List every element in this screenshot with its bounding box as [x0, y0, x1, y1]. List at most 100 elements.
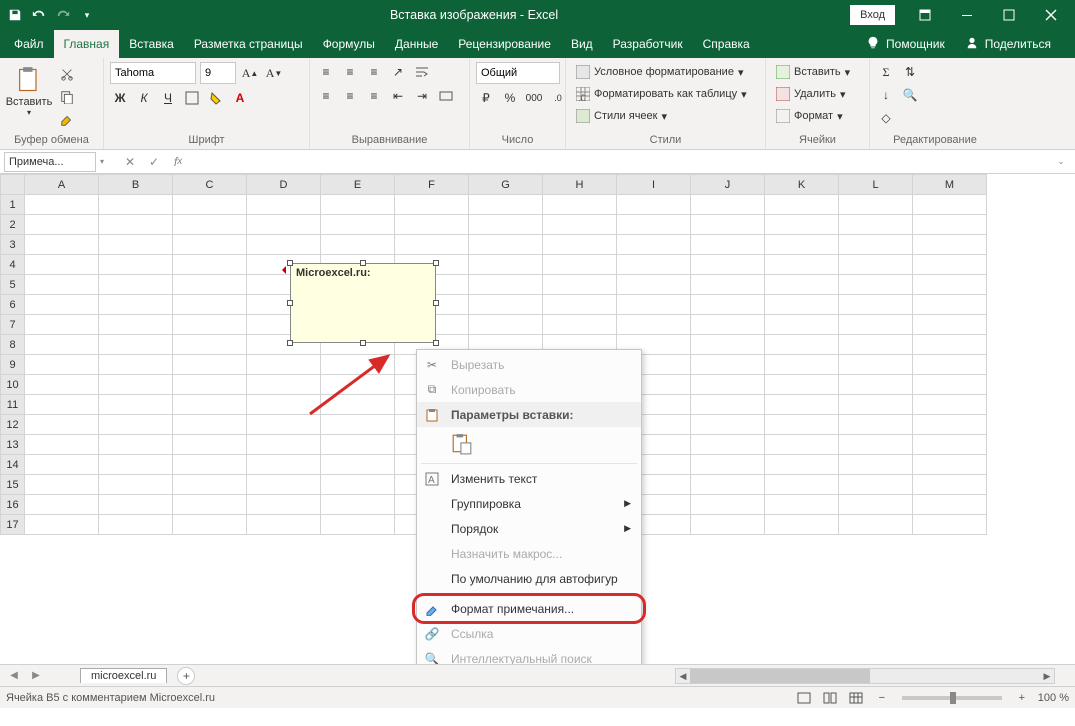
- tab-help[interactable]: Справка: [693, 30, 760, 58]
- fill-icon[interactable]: ↓: [876, 85, 896, 105]
- tab-file[interactable]: Файл: [4, 30, 54, 58]
- increase-indent-icon[interactable]: ⇥: [412, 86, 432, 106]
- tab-home[interactable]: Главная: [54, 30, 120, 58]
- scrollbar-thumb[interactable]: [690, 669, 870, 683]
- find-select-icon[interactable]: 🔍: [900, 85, 920, 105]
- orientation-icon[interactable]: ↗: [388, 62, 408, 82]
- ctx-grouping[interactable]: Группировка▶: [417, 491, 641, 516]
- resize-handle[interactable]: [287, 340, 293, 346]
- align-middle-icon[interactable]: ≡: [340, 62, 360, 82]
- undo-icon[interactable]: [28, 4, 50, 26]
- scroll-left-icon[interactable]: ◀: [676, 669, 690, 683]
- comma-icon[interactable]: 000: [524, 88, 544, 108]
- tab-developer[interactable]: Разработчик: [603, 30, 693, 58]
- borders-icon[interactable]: [182, 88, 202, 108]
- tab-scroll-right-icon[interactable]: ▶: [26, 667, 46, 685]
- autosum-icon[interactable]: Σ: [876, 62, 896, 82]
- tab-insert[interactable]: Вставка: [119, 30, 184, 58]
- align-right-icon[interactable]: ≡: [364, 86, 384, 106]
- tab-data[interactable]: Данные: [385, 30, 448, 58]
- italic-button[interactable]: К: [134, 88, 154, 108]
- ctx-format-comment[interactable]: Формат примечания...: [417, 596, 641, 621]
- delete-cells-button[interactable]: Удалить ▾: [772, 84, 850, 104]
- tell-me-button[interactable]: Помощник: [858, 36, 953, 53]
- minimize-icon[interactable]: [947, 0, 987, 30]
- qat-customize-icon[interactable]: ▾: [76, 4, 98, 26]
- worksheet-area[interactable]: ABCDEFGHIJKLM1234567891011121314151617 M…: [0, 174, 1075, 664]
- maximize-icon[interactable]: [989, 0, 1029, 30]
- clear-icon[interactable]: ◇: [876, 108, 896, 128]
- tab-review[interactable]: Рецензирование: [448, 30, 561, 58]
- resize-handle[interactable]: [360, 260, 366, 266]
- scroll-right-icon[interactable]: ▶: [1040, 669, 1054, 683]
- align-left-icon[interactable]: ≡: [316, 86, 336, 106]
- underline-button[interactable]: Ч: [158, 88, 178, 108]
- resize-handle[interactable]: [433, 340, 439, 346]
- expand-formula-bar-icon[interactable]: ⌄: [1051, 152, 1071, 172]
- format-as-table-button[interactable]: Форматировать как таблицу ▾: [572, 84, 751, 104]
- comment-box[interactable]: Microexcel.ru:: [290, 263, 436, 343]
- resize-handle[interactable]: [287, 300, 293, 306]
- tab-formulas[interactable]: Формулы: [313, 30, 385, 58]
- font-name-input[interactable]: [110, 62, 196, 84]
- currency-icon[interactable]: ₽: [476, 88, 496, 108]
- increase-decimal-icon[interactable]: .0: [548, 88, 568, 108]
- format-painter-icon[interactable]: [56, 110, 78, 130]
- fill-color-icon[interactable]: [206, 88, 226, 108]
- name-box-dropdown-icon[interactable]: ▾: [100, 157, 104, 166]
- cut-icon[interactable]: [56, 64, 78, 84]
- zoom-out-icon[interactable]: −: [872, 689, 892, 707]
- bold-button[interactable]: Ж: [110, 88, 130, 108]
- align-center-icon[interactable]: ≡: [340, 86, 360, 106]
- align-bottom-icon[interactable]: ≡: [364, 62, 384, 82]
- redo-icon[interactable]: [52, 4, 74, 26]
- zoom-slider[interactable]: [902, 696, 1002, 700]
- formula-input[interactable]: [192, 152, 1047, 172]
- cancel-formula-icon[interactable]: ✕: [120, 152, 140, 172]
- align-top-icon[interactable]: ≡: [316, 62, 336, 82]
- fx-icon[interactable]: fx: [168, 152, 188, 172]
- merge-icon[interactable]: [436, 86, 456, 106]
- font-color-icon[interactable]: A: [230, 88, 250, 108]
- increase-font-icon[interactable]: A▲: [240, 63, 260, 83]
- login-button[interactable]: Вход: [850, 5, 895, 25]
- resize-handle[interactable]: [360, 340, 366, 346]
- ctx-edit-text[interactable]: AИзменить текст: [417, 466, 641, 491]
- insert-cells-button[interactable]: Вставить ▾: [772, 62, 854, 82]
- tab-page-layout[interactable]: Разметка страницы: [184, 30, 313, 58]
- ctx-order[interactable]: Порядок▶: [417, 516, 641, 541]
- number-format-select[interactable]: [476, 62, 560, 84]
- delete-cells-icon: [776, 87, 790, 101]
- share-button[interactable]: Поделиться: [957, 36, 1059, 53]
- page-break-view-icon[interactable]: [846, 689, 866, 707]
- conditional-formatting-button[interactable]: Условное форматирование ▾: [572, 62, 747, 82]
- ribbon-display-options-icon[interactable]: [905, 0, 945, 30]
- new-sheet-button[interactable]: +: [177, 667, 195, 685]
- sheet-tab[interactable]: microexcel.ru: [80, 668, 167, 683]
- resize-handle[interactable]: [433, 300, 439, 306]
- decrease-font-icon[interactable]: A▼: [264, 63, 284, 83]
- horizontal-scrollbar[interactable]: ◀ ▶: [675, 668, 1055, 684]
- font-size-input[interactable]: [200, 62, 236, 84]
- resize-handle[interactable]: [433, 260, 439, 266]
- paste-button[interactable]: Вставить▾: [6, 62, 52, 117]
- wrap-text-icon[interactable]: [412, 62, 432, 82]
- cell-styles-button[interactable]: Стили ячеек ▾: [572, 106, 671, 126]
- enter-formula-icon[interactable]: ✓: [144, 152, 164, 172]
- name-box[interactable]: Примеча...: [4, 152, 96, 172]
- sort-filter-icon[interactable]: ⇅: [900, 62, 920, 82]
- close-icon[interactable]: [1031, 0, 1071, 30]
- normal-view-icon[interactable]: [794, 689, 814, 707]
- format-cells-button[interactable]: Формат ▾: [772, 106, 847, 126]
- zoom-in-icon[interactable]: +: [1012, 689, 1032, 707]
- tab-view[interactable]: Вид: [561, 30, 603, 58]
- save-icon[interactable]: [4, 4, 26, 26]
- resize-handle[interactable]: [287, 260, 293, 266]
- percent-icon[interactable]: %: [500, 88, 520, 108]
- copy-icon[interactable]: [56, 87, 78, 107]
- tab-scroll-left-icon[interactable]: ◀: [4, 667, 24, 685]
- ctx-set-default-shape[interactable]: По умолчанию для автофигур: [417, 566, 641, 591]
- zoom-level[interactable]: 100 %: [1038, 692, 1069, 704]
- decrease-indent-icon[interactable]: ⇤: [388, 86, 408, 106]
- page-layout-view-icon[interactable]: [820, 689, 840, 707]
